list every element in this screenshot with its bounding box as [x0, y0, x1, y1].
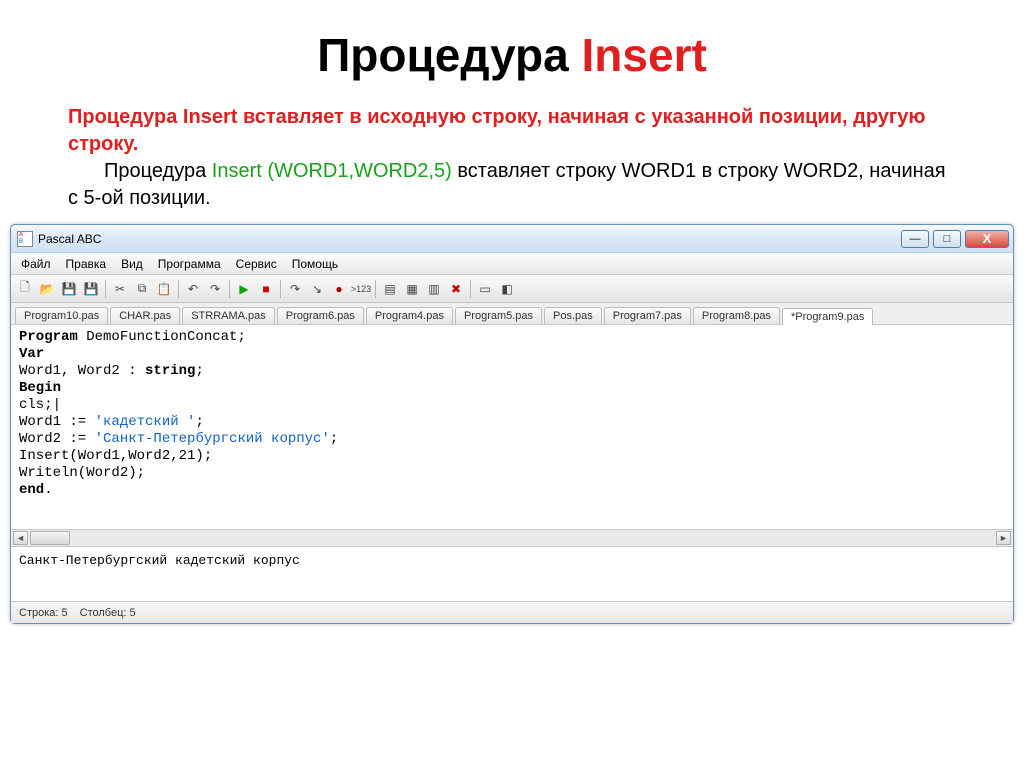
close-button[interactable]: X	[965, 230, 1009, 248]
tab-9[interactable]: *Program9.pas	[782, 308, 873, 325]
stepover-icon[interactable]: ↷	[285, 279, 305, 299]
tool-c-icon[interactable]: ▥	[424, 279, 444, 299]
designer-icon[interactable]: ◧	[497, 279, 517, 299]
breakpoint-icon[interactable]: ●	[329, 279, 349, 299]
maximize-button[interactable]: □	[933, 230, 961, 248]
tab-0[interactable]: Program10.pas	[15, 307, 108, 324]
tab-7[interactable]: Program7.pas	[604, 307, 691, 324]
tool-d-icon[interactable]: ✖	[446, 279, 466, 299]
copy-icon[interactable]: ⧉	[132, 279, 152, 299]
redo-icon[interactable]: ↷	[205, 279, 225, 299]
status-line: Строка: 5	[19, 607, 68, 619]
scroll-right-icon[interactable]: ►	[996, 531, 1011, 545]
paste-icon[interactable]: 📋	[154, 279, 174, 299]
menu-program[interactable]: Программа	[152, 255, 227, 273]
code-editor[interactable]: Program DemoFunctionConcat; Var Word1, W…	[11, 325, 1013, 530]
saveall-icon[interactable]: 💾	[81, 279, 101, 299]
title-red: Insert	[582, 29, 707, 81]
title-black: Процедура	[317, 29, 581, 81]
tab-2[interactable]: STRRAMA.pas	[182, 307, 275, 324]
slide-title: Процедура Insert	[0, 0, 1024, 104]
slide-description: Процедура Insert вставляет в исходную ст…	[0, 104, 1024, 224]
stop-icon[interactable]: ■	[256, 279, 276, 299]
stepinto-icon[interactable]: ↘	[307, 279, 327, 299]
cut-icon[interactable]: ✂	[110, 279, 130, 299]
status-col: Столбец: 5	[80, 607, 136, 619]
tab-8[interactable]: Program8.pas	[693, 307, 780, 324]
menu-help[interactable]: Помощь	[286, 255, 344, 273]
ide-window: ABC Pascal ABC — □ X Файл Правка Вид Про…	[10, 224, 1014, 624]
menu-service[interactable]: Сервис	[230, 255, 283, 273]
open-icon[interactable]: 📂	[37, 279, 57, 299]
tabbar: Program10.pas CHAR.pas STRRAMA.pas Progr…	[11, 303, 1013, 325]
menu-view[interactable]: Вид	[115, 255, 149, 273]
minimize-button[interactable]: —	[901, 230, 929, 248]
save-icon[interactable]: 💾	[59, 279, 79, 299]
tab-1[interactable]: CHAR.pas	[110, 307, 180, 324]
menu-file[interactable]: Файл	[15, 255, 57, 273]
tool-a-icon[interactable]: ▤	[380, 279, 400, 299]
menubar: Файл Правка Вид Программа Сервис Помощь	[11, 253, 1013, 275]
output-text: Санкт-Петербургский кадетский корпус	[19, 553, 300, 568]
output-pane[interactable]: Санкт-Петербургский кадетский корпус	[11, 547, 1013, 602]
toolbar: 🗋 📂 💾 💾 ✂ ⧉ 📋 ↶ ↷ ▶ ■ ↷ ↘ ● >123 ▤ ▦ ▥ ✖…	[11, 275, 1013, 303]
desc-proc: Insert (WORD1,WORD2,5)	[212, 160, 452, 182]
tab-3[interactable]: Program6.pas	[277, 307, 364, 324]
desc-lead: Процедура Insert вставляет в исходную ст…	[68, 106, 925, 155]
desc-rest1: Процедура	[104, 160, 212, 182]
app-icon: ABC	[17, 231, 33, 247]
run-icon[interactable]: ▶	[234, 279, 254, 299]
tool-b-icon[interactable]: ▦	[402, 279, 422, 299]
new-icon[interactable]: 🗋	[15, 279, 35, 299]
form-icon[interactable]: ▭	[475, 279, 495, 299]
statusbar: Строка: 5 Столбец: 5	[11, 602, 1013, 623]
scroll-left-icon[interactable]: ◄	[13, 531, 28, 545]
tab-4[interactable]: Program4.pas	[366, 307, 453, 324]
menu-edit[interactable]: Правка	[60, 255, 113, 273]
titlebar[interactable]: ABC Pascal ABC — □ X	[11, 225, 1013, 253]
hscrollbar[interactable]: ◄ ►	[11, 530, 1013, 547]
window-title: Pascal ABC	[38, 232, 101, 246]
tab-6[interactable]: Pos.pas	[544, 307, 602, 324]
watch-icon[interactable]: >123	[351, 279, 371, 299]
scroll-thumb[interactable]	[30, 531, 70, 545]
undo-icon[interactable]: ↶	[183, 279, 203, 299]
tab-5[interactable]: Program5.pas	[455, 307, 542, 324]
